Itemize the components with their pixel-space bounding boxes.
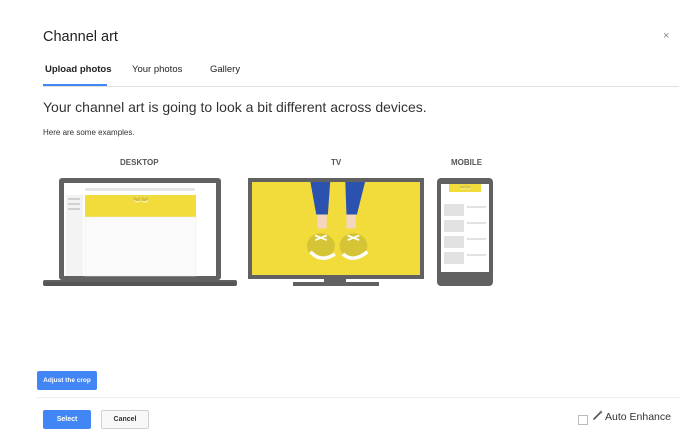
examples-subtext: Here are some examples.	[43, 128, 135, 137]
cancel-button[interactable]: Cancel	[101, 410, 149, 429]
mobile-preview	[437, 178, 495, 288]
devices-headline: Your channel art is going to look a bit …	[43, 99, 427, 115]
auto-enhance-label[interactable]: Auto Enhance	[605, 411, 671, 423]
auto-enhance-checkbox[interactable]	[578, 415, 588, 425]
tab-gallery[interactable]: Gallery	[210, 64, 240, 75]
mobile-label: MOBILE	[451, 158, 483, 167]
desktop-label: DESKTOP	[120, 158, 159, 167]
desktop-preview	[43, 178, 237, 290]
dialog-title: Channel art	[43, 29, 118, 45]
tab-upload-photos[interactable]: Upload photos	[45, 64, 112, 75]
adjust-crop-button[interactable]: Adjust the crop	[37, 371, 97, 390]
tv-label: TV	[331, 158, 342, 167]
tv-preview	[246, 178, 426, 288]
tab-your-photos[interactable]: Your photos	[132, 64, 182, 75]
close-icon[interactable]: ×	[663, 30, 669, 42]
magic-wand-icon	[592, 409, 604, 421]
select-button[interactable]: Select	[43, 410, 91, 429]
footer-divider	[37, 397, 680, 398]
tabs-divider	[43, 86, 679, 87]
